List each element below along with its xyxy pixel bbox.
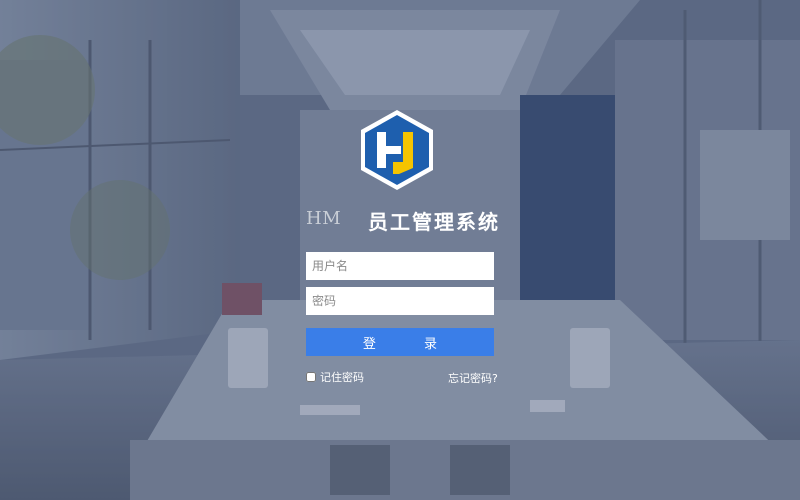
remember-password-label: 记住密码 <box>320 371 364 384</box>
system-name: 员工管理系统 <box>368 210 500 234</box>
login-title: HM 员工管理系统 <box>306 206 506 238</box>
hm-logo-icon <box>361 110 433 190</box>
brand-text: HM <box>306 208 342 229</box>
login-button[interactable]: 登 录 <box>306 328 494 356</box>
remember-password-checkbox[interactable] <box>306 372 316 382</box>
remember-password[interactable]: 记住密码 <box>306 368 364 386</box>
forgot-password-link[interactable]: 忘记密码? <box>448 370 498 386</box>
username-input[interactable] <box>306 252 494 280</box>
password-input[interactable] <box>306 287 494 315</box>
office-background-image <box>0 0 800 500</box>
